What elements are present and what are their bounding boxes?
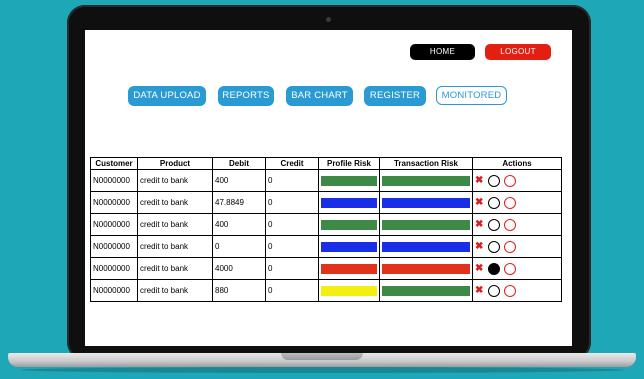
cell-credit: 0 [265, 191, 319, 214]
profile-risk-bar [321, 175, 377, 186]
alert-circle-icon[interactable] [503, 174, 516, 187]
flag-circle-icon[interactable] [487, 174, 500, 187]
profile-risk-bar [321, 197, 377, 208]
profile-risk-bar [321, 263, 377, 274]
col-header-customer: Customer [90, 157, 138, 170]
close-icon[interactable]: ✖ [475, 263, 483, 274]
nav-monitored-button[interactable]: MONITORED [436, 86, 507, 105]
cell-customer: N0000000 [90, 279, 138, 302]
app-screen: HOME LOGOUT DATA UPLOAD REPORTS BAR CHAR… [85, 30, 572, 346]
table-row: N0000000 credit to bank 880 0 ✖ [90, 279, 562, 302]
cell-product: credit to bank [137, 235, 213, 258]
cell-transaction-risk [379, 169, 473, 192]
close-icon[interactable]: ✖ [475, 285, 483, 296]
col-header-actions: Actions [472, 157, 562, 170]
cell-actions: ✖ [472, 169, 562, 192]
laptop-base-notch [281, 353, 363, 360]
cell-credit: 0 [265, 169, 319, 192]
cell-debit: 4000 [212, 257, 266, 280]
cell-transaction-risk [379, 213, 473, 236]
cell-debit: 400 [212, 169, 266, 192]
cell-debit: 47.8849 [212, 191, 266, 214]
transaction-risk-bar [382, 197, 470, 208]
flag-circle-icon[interactable] [487, 284, 500, 297]
alert-circle-icon[interactable] [503, 262, 516, 275]
cell-transaction-risk [379, 279, 473, 302]
cell-customer: N0000000 [90, 191, 138, 214]
cell-product: credit to bank [137, 191, 213, 214]
table-row: N0000000 credit to bank 47.8849 0 ✖ [90, 191, 562, 214]
nav-register-button[interactable]: REGISTER [364, 86, 426, 106]
nav-reports-button[interactable]: REPORTS [218, 86, 274, 106]
transaction-risk-bar [382, 241, 470, 252]
cell-product: credit to bank [137, 279, 213, 302]
cell-debit: 880 [212, 279, 266, 302]
logout-button[interactable]: LOGOUT [485, 44, 551, 60]
alert-circle-icon[interactable] [503, 218, 516, 231]
nav-bar-chart-button[interactable]: BAR CHART [286, 86, 353, 106]
cell-profile-risk [318, 191, 380, 214]
flag-circle-icon[interactable] [487, 240, 500, 253]
close-icon[interactable]: ✖ [475, 197, 483, 208]
cell-profile-risk [318, 279, 380, 302]
transaction-risk-bar [382, 219, 470, 230]
cell-credit: 0 [265, 257, 319, 280]
flag-circle-icon[interactable] [487, 262, 500, 275]
profile-risk-bar [321, 285, 377, 296]
cell-product: credit to bank [137, 257, 213, 280]
col-header-debit: Debit [212, 157, 266, 170]
col-header-transaction-risk: Transaction Risk [379, 157, 473, 170]
cell-debit: 0 [212, 235, 266, 258]
cell-debit: 400 [212, 213, 266, 236]
table-row: N0000000 credit to bank 4000 0 ✖ [90, 257, 562, 280]
cell-transaction-risk [379, 235, 473, 258]
table-row: N0000000 credit to bank 0 0 ✖ [90, 235, 562, 258]
flag-circle-icon[interactable] [487, 218, 500, 231]
cell-actions: ✖ [472, 213, 562, 236]
transaction-risk-bar [382, 285, 470, 296]
profile-risk-bar [321, 219, 377, 230]
nav-data-upload-button[interactable]: DATA UPLOAD [128, 86, 206, 106]
laptop-shadow [20, 367, 624, 373]
table-row: N0000000 credit to bank 400 0 ✖ [90, 169, 562, 192]
col-header-product: Product [137, 157, 213, 170]
cell-actions: ✖ [472, 257, 562, 280]
transaction-risk-bar [382, 263, 470, 274]
cell-customer: N0000000 [90, 169, 138, 192]
table-header-row: Customer Product Debit Credit Profile Ri… [90, 157, 562, 170]
close-icon[interactable]: ✖ [475, 175, 483, 186]
alert-circle-icon[interactable] [503, 196, 516, 209]
cell-actions: ✖ [472, 235, 562, 258]
close-icon[interactable]: ✖ [475, 219, 483, 230]
cell-profile-risk [318, 169, 380, 192]
cell-credit: 0 [265, 235, 319, 258]
cell-profile-risk [318, 235, 380, 258]
home-button[interactable]: HOME [410, 44, 475, 60]
col-header-profile-risk: Profile Risk [318, 157, 380, 170]
cell-profile-risk [318, 213, 380, 236]
cell-credit: 0 [265, 213, 319, 236]
col-header-credit: Credit [265, 157, 319, 170]
cell-actions: ✖ [472, 279, 562, 302]
close-icon[interactable]: ✖ [475, 241, 483, 252]
webcam-icon [326, 17, 331, 22]
cell-product: credit to bank [137, 169, 213, 192]
cell-credit: 0 [265, 279, 319, 302]
transaction-risk-bar [382, 175, 470, 186]
alert-circle-icon[interactable] [503, 284, 516, 297]
cell-product: credit to bank [137, 213, 213, 236]
table-row: N0000000 credit to bank 400 0 ✖ [90, 213, 562, 236]
cell-customer: N0000000 [90, 257, 138, 280]
cell-actions: ✖ [472, 191, 562, 214]
cell-customer: N0000000 [90, 213, 138, 236]
cell-profile-risk [318, 257, 380, 280]
transactions-table: Customer Product Debit Credit Profile Ri… [90, 157, 562, 302]
cell-transaction-risk [379, 257, 473, 280]
profile-risk-bar [321, 241, 377, 252]
alert-circle-icon[interactable] [503, 240, 516, 253]
cell-transaction-risk [379, 191, 473, 214]
flag-circle-icon[interactable] [487, 196, 500, 209]
cell-customer: N0000000 [90, 235, 138, 258]
